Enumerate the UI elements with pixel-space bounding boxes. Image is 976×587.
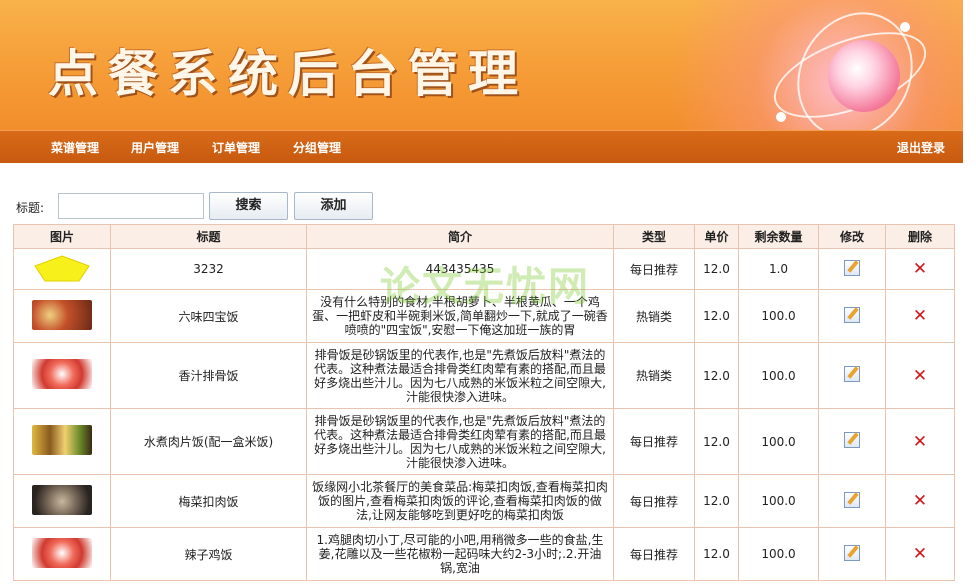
edit-icon[interactable]: [844, 544, 860, 561]
dish-title: 香汁排骨饭: [110, 342, 307, 409]
dish-price: 12.0: [694, 408, 739, 475]
edit-cell: [818, 289, 886, 343]
nav-user-management[interactable]: 用户管理: [131, 139, 179, 156]
dish-image-cell: [13, 408, 111, 475]
delete-icon[interactable]: ✕: [913, 432, 927, 452]
delete-cell: ✕: [885, 408, 955, 475]
table-header-row: 图片 标题 简介 类型 单价 剩余数量 修改 删除: [13, 224, 955, 249]
dish-image-cell: [13, 342, 111, 409]
dish-desc: 排骨饭是砂锅饭里的代表作,也是"先煮饭后放料"煮法的代表。这种煮法最适合排骨类红…: [306, 342, 614, 409]
dish-price: 12.0: [694, 289, 739, 343]
delete-cell: ✕: [885, 474, 955, 528]
dish-image-cell: [13, 527, 111, 581]
delete-icon[interactable]: ✕: [913, 491, 927, 511]
table-row: 3232 443435435 每日推荐 12.0 1.0 ✕: [13, 248, 955, 290]
dish-price: 12.0: [694, 474, 739, 528]
dish-stock: 100.0: [738, 527, 819, 581]
edit-icon[interactable]: [844, 432, 860, 448]
dish-photo: [32, 299, 92, 330]
logout-link[interactable]: 退出登录: [897, 139, 945, 156]
dish-image-cell: [13, 248, 111, 290]
table-row: 辣子鸡饭 1.鸡腿肉切小丁,尽可能的小吧,用稍微多一些的食盐,生姜,花雕以及一些…: [13, 527, 955, 581]
dish-price: 12.0: [694, 342, 739, 409]
dish-stock: 100.0: [738, 474, 819, 528]
orbit-dot: [900, 22, 910, 32]
edit-icon[interactable]: [844, 491, 860, 508]
header-banner: 点餐系统后台管理: [0, 0, 963, 130]
delete-icon[interactable]: ✕: [913, 544, 927, 564]
edit-cell: [818, 342, 886, 409]
search-button[interactable]: 搜索: [209, 192, 288, 220]
dish-desc: 没有什么特别的食材,半根胡萝卜、半根黄瓜、一个鸡蛋、一把虾皮和半碗剩米饭,简单翻…: [306, 289, 614, 343]
dish-type: 每日推荐: [613, 408, 695, 475]
dish-image-cell: [13, 474, 111, 528]
edit-icon[interactable]: [844, 366, 860, 382]
dish-type: 每日推荐: [613, 527, 695, 581]
col-header-desc: 简介: [306, 224, 614, 249]
dish-type: 热销类: [613, 342, 695, 409]
orbit-dot: [776, 112, 786, 122]
delete-icon[interactable]: ✕: [913, 259, 927, 279]
edit-cell: [818, 474, 886, 528]
dish-table: 图片 标题 简介 类型 单价 剩余数量 修改 删除 3232 443435435…: [13, 224, 955, 581]
edit-cell: [818, 408, 886, 475]
delete-cell: ✕: [885, 527, 955, 581]
dish-photo: [32, 537, 92, 568]
dish-title: 3232: [110, 248, 307, 290]
dish-title: 梅菜扣肉饭: [110, 474, 307, 528]
dish-desc: 排骨饭是砂锅饭里的代表作,也是"先煮饭后放料"煮法的代表。这种煮法最适合排骨类红…: [306, 408, 614, 475]
table-row: 梅菜扣肉饭 饭缘网小北茶餐厅的美食菜品:梅菜扣肉饭,查看梅菜扣肉饭的图片,查看梅…: [13, 474, 955, 528]
dish-desc: 1.鸡腿肉切小丁,尽可能的小吧,用稍微多一些的食盐,生姜,花雕以及一些花椒粉一起…: [306, 527, 614, 581]
table-row: 水煮肉片饭(配一盒米饭) 排骨饭是砂锅饭里的代表作,也是"先煮饭后放料"煮法的代…: [13, 408, 955, 475]
dish-desc: 饭缘网小北茶餐厅的美食菜品:梅菜扣肉饭,查看梅菜扣肉饭的图片,查看梅菜扣肉饭的评…: [306, 474, 614, 528]
dish-photo: [32, 484, 92, 515]
edit-cell: [818, 527, 886, 581]
dish-type: 每日推荐: [613, 474, 695, 528]
col-header-delete: 删除: [885, 224, 955, 249]
dish-title: 六味四宝饭: [110, 289, 307, 343]
dish-photo: [32, 425, 92, 455]
col-header-stock: 剩余数量: [738, 224, 819, 249]
add-button[interactable]: 添加: [294, 192, 373, 220]
dish-type: 热销类: [613, 289, 695, 343]
dish-price: 12.0: [694, 527, 739, 581]
dish-stock: 100.0: [738, 408, 819, 475]
col-header-price: 单价: [694, 224, 739, 249]
dish-price: 12.0: [694, 248, 739, 290]
col-header-edit: 修改: [818, 224, 886, 249]
edit-cell: [818, 248, 886, 290]
dish-stock: 1.0: [738, 248, 819, 290]
dish-stock: 100.0: [738, 289, 819, 343]
col-header-image: 图片: [13, 224, 111, 249]
dish-title: 辣子鸡饭: [110, 527, 307, 581]
col-header-type: 类型: [613, 224, 695, 249]
globe-orb: [828, 40, 900, 112]
nav-group-management[interactable]: 分组管理: [293, 139, 341, 156]
delete-icon[interactable]: ✕: [913, 366, 927, 386]
yellow-pentagon-image: [34, 254, 90, 281]
dish-title: 水煮肉片饭(配一盒米饭): [110, 408, 307, 475]
table-row: 六味四宝饭 没有什么特别的食材,半根胡萝卜、半根黄瓜、一个鸡蛋、一把虾皮和半碗剩…: [13, 289, 955, 343]
search-bar: 标题: 搜索 添加: [0, 192, 976, 222]
dish-stock: 100.0: [738, 342, 819, 409]
dish-photo: [32, 359, 92, 389]
edit-icon[interactable]: [844, 306, 860, 323]
title-label: 标题:: [16, 201, 45, 215]
col-header-title: 标题: [110, 224, 307, 249]
delete-cell: ✕: [885, 248, 955, 290]
nav-menu-management[interactable]: 菜谱管理: [51, 139, 99, 156]
nav-order-management[interactable]: 订单管理: [212, 139, 260, 156]
table-row: 香汁排骨饭 排骨饭是砂锅饭里的代表作,也是"先煮饭后放料"煮法的代表。这种煮法最…: [13, 342, 955, 409]
dish-image-cell: [13, 289, 111, 343]
delete-cell: ✕: [885, 342, 955, 409]
dish-type: 每日推荐: [613, 248, 695, 290]
edit-icon[interactable]: [844, 259, 860, 276]
system-title: 点餐系统后台管理: [48, 44, 528, 103]
title-search-input[interactable]: [58, 193, 204, 219]
main-navbar: 菜谱管理 用户管理 订单管理 分组管理 退出登录: [0, 130, 963, 163]
delete-icon[interactable]: ✕: [913, 306, 927, 326]
dish-desc: 443435435: [306, 248, 614, 290]
delete-cell: ✕: [885, 289, 955, 343]
